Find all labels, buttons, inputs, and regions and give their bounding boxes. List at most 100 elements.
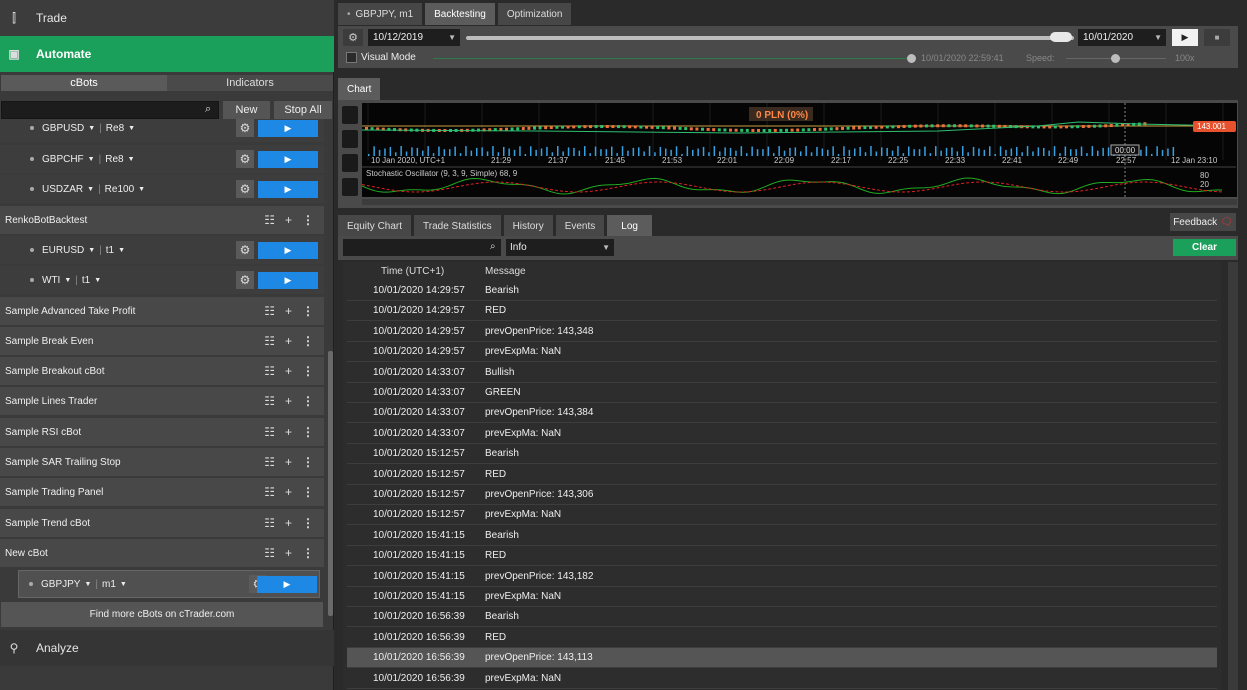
log-row[interactable]: 10/01/2020 15:12:57 prevExpMa: NaN [347, 505, 1217, 526]
start-instance-button[interactable]: ▶ [258, 271, 318, 289]
more-options-icon[interactable]: ⋮ [302, 455, 314, 469]
more-options-icon[interactable]: ⋮ [302, 516, 314, 530]
progress-end-handle[interactable] [1050, 32, 1072, 42]
instance-symbol[interactable]: EURUSD [42, 245, 84, 256]
speed-slider-handle[interactable] [1111, 54, 1120, 63]
instance-settings-gear-icon[interactable]: ⚙ [236, 180, 254, 198]
cbot-row[interactable]: Sample SAR Trailing Stop ☷ + ⋮ [0, 448, 324, 476]
instance-timeframe[interactable]: Re100 [105, 184, 134, 195]
cbot-search-input[interactable] [1, 101, 219, 119]
log-row[interactable]: 10/01/2020 16:56:39 prevOpenPrice: 143,11… [347, 648, 1217, 669]
instance-timeframe[interactable]: Re8 [106, 123, 124, 134]
more-options-icon[interactable]: ⋮ [302, 425, 314, 439]
tab-equity-chart[interactable]: Equity Chart [338, 215, 412, 237]
stop-all-button[interactable]: Stop All [274, 101, 332, 119]
scrollbar-thumb[interactable] [328, 351, 333, 616]
backtest-settings-gear-icon[interactable]: ⚙ [343, 29, 363, 46]
find-more-cbots-button[interactable]: Find more cBots on cTrader.com [1, 602, 323, 627]
instance-settings-gear-icon[interactable]: ⚙ [236, 241, 254, 259]
log-row[interactable]: 10/01/2020 14:33:07 GREEN [347, 383, 1217, 403]
cbot-instance-row[interactable]: EURUSD ▼ | t1 ▼ ⚙ ▶ [0, 236, 324, 264]
add-instance-icon[interactable]: + [285, 485, 292, 499]
log-row[interactable]: 10/01/2020 15:12:57 prevOpenPrice: 143,30… [347, 485, 1217, 505]
log-row[interactable]: 10/01/2020 16:56:39 prevExpMa: NaN [347, 669, 1217, 689]
col-message-header[interactable]: Message [485, 266, 526, 277]
build-icon[interactable]: ☷ [264, 425, 275, 439]
start-instance-button[interactable]: ▶ [258, 241, 318, 259]
more-options-icon[interactable]: ⋮ [302, 213, 314, 227]
tab-optimization[interactable]: Optimization [497, 3, 572, 25]
instance-symbol[interactable]: GBPUSD [42, 123, 84, 134]
log-row[interactable]: 10/01/2020 14:33:07 Bullish [347, 363, 1217, 383]
tab-history[interactable]: History [503, 215, 553, 237]
build-icon[interactable]: ☷ [264, 455, 275, 469]
log-row[interactable]: 10/01/2020 14:29:57 Bearish [347, 281, 1217, 301]
log-scrollbar[interactable] [1228, 262, 1238, 690]
cbot-list-scrollbar[interactable] [326, 121, 334, 626]
tab-backtesting[interactable]: Backtesting [425, 3, 495, 25]
log-row[interactable]: 10/01/2020 15:41:15 prevExpMa: NaN [347, 587, 1217, 607]
add-instance-icon[interactable]: + [285, 334, 292, 348]
instance-settings-gear-icon[interactable]: ⚙ [236, 119, 254, 137]
cbot-row[interactable]: Sample Breakout cBot ☷ + ⋮ [0, 357, 324, 385]
more-options-icon[interactable]: ⋮ [302, 364, 314, 378]
backtest-progress-bar[interactable] [466, 36, 1074, 40]
cbot-row[interactable]: Sample Trend cBot ☷ + ⋮ [0, 509, 324, 537]
instance-settings-gear-icon[interactable]: ⚙ [236, 271, 254, 289]
log-search-input[interactable] [343, 239, 501, 256]
cbot-row[interactable]: Sample Break Even ☷ + ⋮ [0, 327, 324, 355]
start-instance-button[interactable]: ▶ [258, 150, 318, 168]
log-row[interactable]: 10/01/2020 16:56:39 RED [347, 628, 1217, 648]
clear-log-button[interactable]: Clear [1173, 239, 1236, 256]
log-row[interactable]: 10/01/2020 14:33:07 prevExpMa: NaN [347, 424, 1217, 444]
instance-timeframe[interactable]: Re8 [105, 154, 123, 165]
add-instance-icon[interactable]: + [285, 455, 292, 469]
col-time-header[interactable]: Time (UTC+1) [381, 266, 444, 277]
log-level-select[interactable]: Info ▼ [506, 239, 614, 256]
add-instance-icon[interactable]: + [285, 394, 292, 408]
start-instance-button[interactable]: ▶ [258, 180, 318, 198]
cbot-row[interactable]: RenkoBotBacktest ☷ + ⋮ [0, 206, 324, 234]
build-icon[interactable]: ☷ [264, 516, 275, 530]
cbot-instance-row[interactable]: GBPJPY▼|m1▼⚙▶ [18, 570, 320, 598]
add-instance-icon[interactable]: + [285, 213, 292, 227]
zoom-in-icon[interactable] [342, 106, 358, 124]
candles-icon[interactable] [342, 154, 358, 172]
cbot-row[interactable]: Sample Trading Panel ☷ + ⋮ [0, 478, 324, 506]
log-row[interactable]: 10/01/2020 14:29:57 RED [347, 301, 1217, 322]
instance-timeframe[interactable]: t1 [82, 275, 90, 286]
instance-timeframe[interactable]: m1 [102, 579, 116, 590]
instance-symbol[interactable]: WTI [42, 275, 60, 286]
build-icon[interactable]: ☷ [264, 364, 275, 378]
tab-trade-statistics[interactable]: Trade Statistics [414, 215, 501, 237]
nav-analyze[interactable]: ⚲ Analyze [0, 630, 334, 666]
nav-automate[interactable]: ▣ Automate [0, 36, 334, 72]
play-button[interactable]: ▶ [1172, 29, 1198, 46]
feedback-button[interactable]: Feedback 🗨︎ [1170, 213, 1236, 231]
zoom-out-icon[interactable] [342, 130, 358, 148]
build-icon[interactable]: ☷ [264, 394, 275, 408]
cbot-row[interactable]: Sample RSI cBot ☷ + ⋮ [0, 418, 324, 446]
log-row[interactable]: 10/01/2020 15:41:15 RED [347, 546, 1217, 567]
indicator-icon[interactable] [342, 178, 358, 196]
log-row[interactable]: 10/01/2020 14:29:57 prevOpenPrice: 143,34… [347, 322, 1217, 342]
log-row[interactable]: 10/01/2020 15:41:15 prevOpenPrice: 143,18… [347, 567, 1217, 587]
chart-canvas[interactable]: 10 Jan 2020, UTC+1 21:29 21:37 21:45 21:53 22… [338, 100, 1243, 208]
tab-log[interactable]: Log [607, 215, 652, 237]
log-row[interactable]: 10/01/2020 15:12:57 Bearish [347, 444, 1217, 465]
instance-settings-gear-icon[interactable]: ⚙ [236, 150, 254, 168]
more-options-icon[interactable]: ⋮ [302, 334, 314, 348]
visual-mode-timeline[interactable] [433, 58, 908, 59]
build-icon[interactable]: ☷ [264, 213, 275, 227]
chart-scrollbar[interactable] [362, 199, 1237, 205]
start-instance-button[interactable]: ▶ [257, 575, 317, 593]
add-instance-icon[interactable]: + [285, 516, 292, 530]
end-date-picker[interactable]: 10/01/2020 ▼ [1078, 29, 1166, 46]
tab-cbots[interactable]: cBots [1, 75, 167, 91]
add-instance-icon[interactable]: + [285, 304, 292, 318]
instance-symbol[interactable]: GBPCHF [42, 154, 84, 165]
log-row[interactable]: 10/01/2020 14:29:57 prevExpMa: NaN [347, 342, 1217, 363]
cbot-instance-row[interactable]: GBPCHF ▼ | Re8 ▼ ⚙ ▶ [0, 145, 324, 173]
instance-timeframe[interactable]: t1 [106, 245, 114, 256]
build-icon[interactable]: ☷ [264, 304, 275, 318]
